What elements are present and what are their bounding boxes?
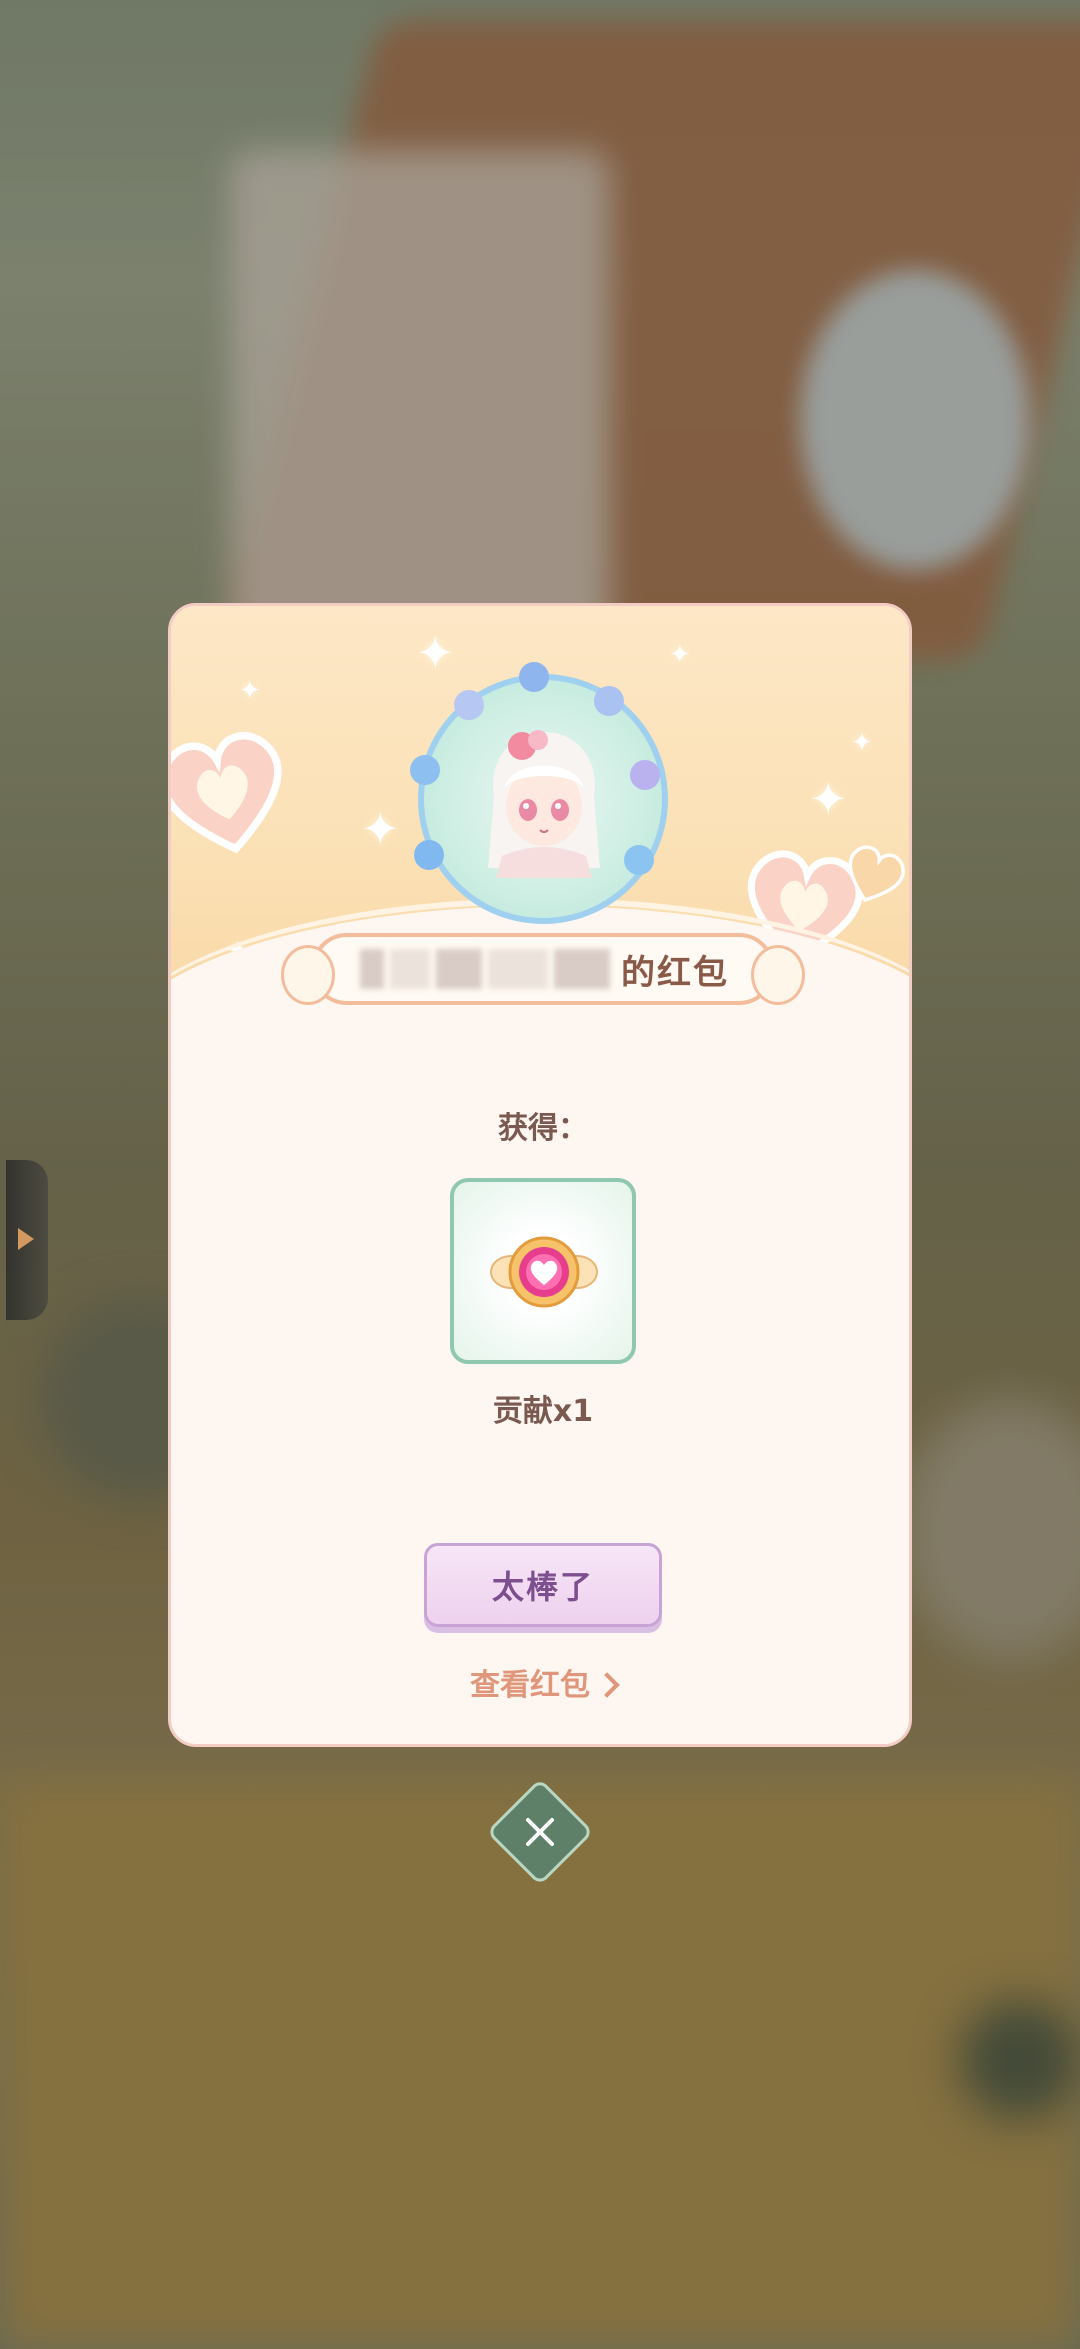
- sender-name-redacted: [554, 949, 610, 989]
- obtain-label: 获得：: [498, 1111, 588, 1146]
- chevron-right-icon: [594, 1671, 620, 1698]
- view-red-packet-label: 查看红包: [470, 1668, 590, 1703]
- sparkle-icon: ✦: [416, 626, 455, 680]
- side-tab-handle[interactable]: [6, 1160, 48, 1320]
- reward-name: 贡献x1: [492, 1394, 594, 1429]
- sender-name-redacted: [390, 949, 430, 989]
- heart-emblem-icon: [490, 1236, 598, 1308]
- heart-icon: [171, 704, 313, 882]
- flower-decoration: [454, 690, 484, 720]
- sender-name-ribbon: 的红包: [281, 933, 805, 1005]
- flower-decoration: [594, 686, 624, 716]
- reward-item-slot[interactable]: [450, 1178, 636, 1364]
- avatar: [410, 662, 668, 924]
- close-icon: [526, 1818, 554, 1846]
- flower-decoration: [519, 662, 549, 692]
- view-red-packet-link[interactable]: 查看红包: [171, 1660, 909, 1704]
- ribbon-wing-left: [281, 945, 335, 1005]
- sparkle-icon: ✦: [851, 728, 873, 758]
- sparkle-icon: ✦: [361, 802, 400, 856]
- flower-decoration: [624, 845, 654, 875]
- sender-name-redacted: [488, 949, 548, 989]
- sender-name-redacted: [360, 949, 384, 989]
- flower-decoration: [414, 840, 444, 870]
- sparkle-icon: ✦: [669, 640, 691, 670]
- flower-decoration: [410, 755, 440, 785]
- sender-name-redacted: [436, 949, 482, 989]
- dialog-header: ✦ ✦ ✦ ✦ ✦ ✦ ✦: [171, 606, 909, 1206]
- sparkle-icon: ✦: [809, 772, 848, 826]
- flower-decoration: [630, 760, 660, 790]
- ribbon-suffix-text: 的红包: [621, 952, 729, 993]
- confirm-button[interactable]: 太棒了: [424, 1543, 662, 1627]
- ribbon-wing-right: [751, 945, 805, 1005]
- avatar-character-icon: [488, 730, 600, 878]
- red-packet-dialog: ✦ ✦ ✦ ✦ ✦ ✦ ✦: [168, 603, 912, 1747]
- sparkle-icon: ✦: [239, 676, 261, 706]
- side-tab-arrow-icon: [18, 1228, 34, 1250]
